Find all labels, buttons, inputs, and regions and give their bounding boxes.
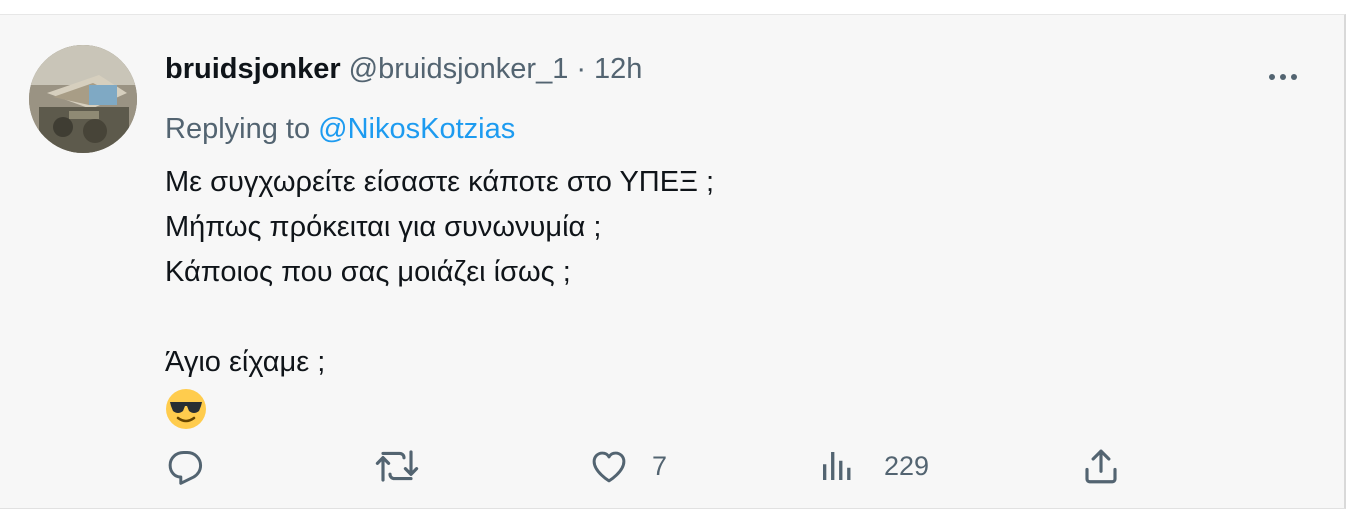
replying-to-line: Replying to @NikosKotzias — [165, 113, 515, 146]
sunglasses-emoji-icon — [164, 387, 208, 431]
like-count: 7 — [652, 450, 668, 481]
views-button[interactable]: 229 — [816, 441, 929, 491]
tweet-header: bruidsjonker @bruidsjonker_1 · 12h — [165, 49, 642, 89]
share-icon — [1085, 449, 1117, 484]
views-count: 229 — [884, 450, 930, 481]
reply-icon — [168, 451, 203, 485]
more-icon — [1269, 74, 1297, 80]
separator-dot: · — [576, 52, 586, 85]
timestamp[interactable]: 12h — [594, 53, 642, 86]
tweet-card[interactable]: bruidsjonker @bruidsjonker_1 · 12h Reply… — [0, 14, 1346, 509]
retweet-icon — [375, 450, 419, 482]
share-button[interactable] — [1080, 441, 1122, 491]
views-icon — [823, 452, 851, 480]
display-name[interactable]: bruidsjonker — [165, 53, 341, 86]
more-options-button[interactable] — [1263, 63, 1303, 91]
avatar[interactable] — [29, 45, 137, 153]
like-button[interactable]: 7 — [588, 441, 667, 491]
tweet-text-line: Άγιο είχαμε ; — [165, 346, 326, 378]
tweet-text-line: Μήπως πρόκειται για συνωνυμία ; — [165, 211, 602, 243]
tweet-text-line — [165, 295, 714, 340]
tweet-text-line: Κάποιος που σας μοιάζει ίσως ; — [165, 256, 571, 288]
user-handle[interactable]: @bruidsjonker_1 — [349, 53, 569, 86]
tweet-text-line: Με συγχωρείτε είσαστε κάποτε στο ΥΠΕΞ ; — [165, 166, 715, 198]
replying-to-label: Replying to — [165, 113, 311, 145]
retweet-button[interactable] — [374, 441, 420, 491]
tweet-actions: 7 229 — [0, 441, 1346, 491]
tweet-text: Με συγχωρείτε είσαστε κάποτε στο ΥΠΕΞ ; … — [165, 160, 714, 385]
reply-button[interactable] — [164, 441, 206, 491]
replying-to-mention[interactable]: @NikosKotzias — [318, 113, 515, 145]
like-icon — [592, 451, 626, 483]
page: bruidsjonker @bruidsjonker_1 · 12h Reply… — [0, 0, 1360, 517]
